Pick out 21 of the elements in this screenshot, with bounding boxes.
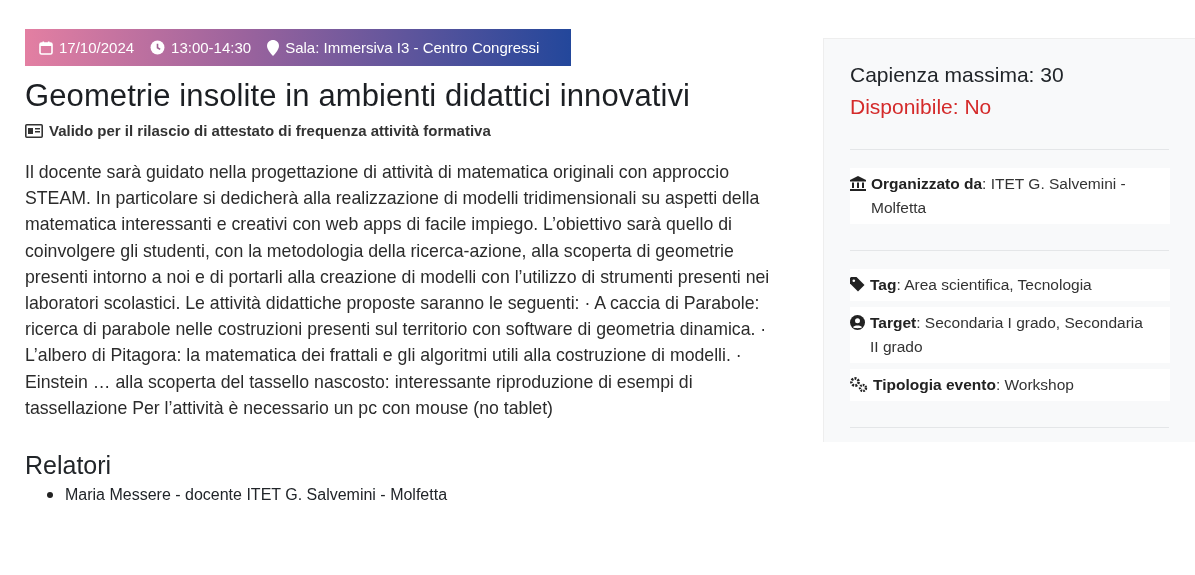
detail-text: Target: Secondaria I grado, Secondaria II grado [870, 313, 1144, 357]
event-description: Il docente sarà guidato nella progettazione di attività di matematica originali con approccio STEAM. In particolare si dedicherà alla realizzazione di modelli tridimensionali su aspetti della matematica interessanti e creativi con web apps di facile impiego. L’obiettivo sarà quello di coinvolgere gli studenti, con la metodologia della ricerca-azione, alla scoperta di geometrie presenti intorno a noi e di portarli alla creazione di modelli con l’utilizzo di strumenti presenti nei laboratori scolastici. Le attività didattiche proposte saranno le seguenti: · A caccia di Parabole: ricerca di parabole nelle costruzioni presenti sul territorio con software di geometria dinamica. · L’albero di Pitagora: la matematica dei frattali e gli algoritmi utili alla costruzione di modelli. · Einstein … alla scoperta del tassello nascosto: interessante riproduzione di esempi di tassellazione Per l’attività è necessario un pc con mouse (no tablet) [25, 161, 771, 420]
speaker-name: Maria Messere - docente ITET G. Salvemini - Molfetta [65, 486, 448, 505]
bullet-icon [47, 492, 53, 499]
capacity-text: Capienza massima: 30 [850, 62, 1065, 88]
detail-text: Organizzato da: ITET G. Salvemini - Molfetta [871, 174, 1127, 218]
certificate-note: Valido per il rilascio di attestato di frequenza attività formativa [49, 122, 491, 139]
bank-icon [850, 176, 866, 191]
calendar-icon [39, 40, 53, 55]
event-title: Geometrie insolite in ambienti didattici innovativi [25, 78, 692, 114]
detail-text: Tag: Area scientifica, Tecnologia [870, 275, 1093, 295]
availability-text: Disponibile: No [850, 94, 993, 120]
gears-icon [850, 377, 868, 392]
detail-text: Tipologia evento: Workshop [873, 375, 1075, 395]
event-info-text: 13:00-14:30 [171, 39, 252, 56]
event-info-text: Sala: Immersiva I3 - Centro Congressi [285, 39, 540, 56]
id-card-icon [25, 123, 43, 138]
clock-icon [150, 40, 166, 55]
event-info-text: 17/10/2024 [59, 39, 135, 56]
speakers-heading: Relatori [25, 451, 113, 481]
map-pin-icon [267, 39, 280, 56]
